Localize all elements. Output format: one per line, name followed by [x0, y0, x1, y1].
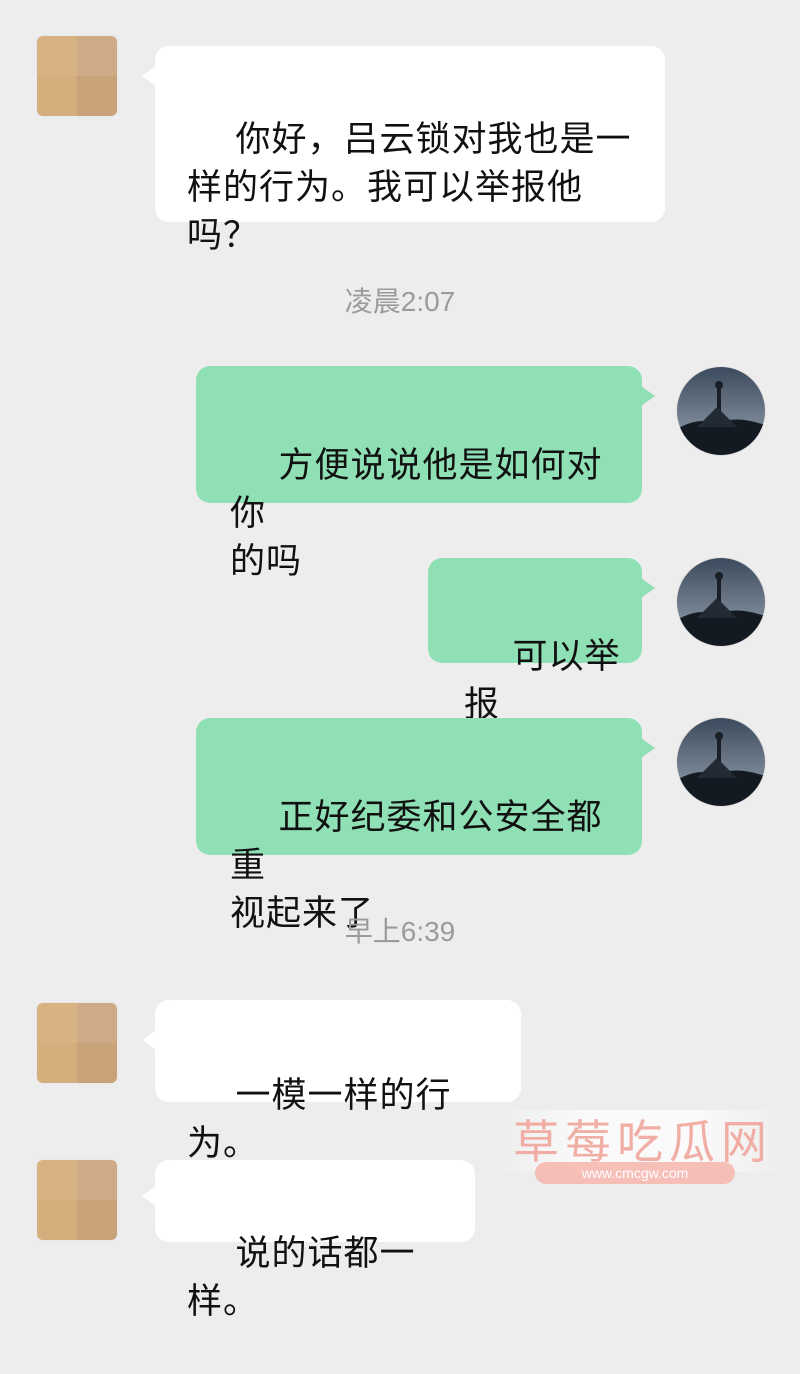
- message-bubble-incoming[interactable]: 说的话都一样。: [155, 1160, 475, 1322]
- message-bubble-outgoing[interactable]: 正好纪委和公安全都重 视起来了: [196, 718, 642, 934]
- lighthouse-avatar-icon: [677, 718, 765, 806]
- watermark: 草莓吃瓜网 www.cmcgw.com: [495, 1100, 785, 1192]
- message-text: 可以举报: [464, 637, 621, 725]
- my-avatar[interactable]: [677, 718, 765, 806]
- watermark-title: 草莓吃瓜网: [513, 1115, 773, 1169]
- bubble-tail: [641, 386, 655, 406]
- message-text: 一模一样的行为。: [187, 1076, 452, 1164]
- bubble-tail: [142, 1186, 156, 1206]
- bubble-tail: [142, 1030, 156, 1050]
- bubble-tail: [641, 578, 655, 598]
- message-bubble-incoming[interactable]: 一模一样的行为。: [155, 1000, 521, 1164]
- contact-avatar[interactable]: [37, 36, 117, 116]
- contact-avatar[interactable]: [37, 1003, 117, 1083]
- my-avatar[interactable]: [677, 367, 765, 455]
- watermark-url: www.cmcgw.com: [581, 1165, 689, 1181]
- my-avatar[interactable]: [677, 558, 765, 646]
- chat-view: 你好，吕云锁对我也是一 样的行为。我可以举报他 吗？ 凌晨2:07 方便说说他是…: [0, 0, 800, 1322]
- message-text: 你好，吕云锁对我也是一 样的行为。我可以举报他 吗？: [187, 120, 632, 256]
- lighthouse-avatar-icon: [677, 558, 765, 646]
- message-text: 说的话都一样。: [187, 1234, 416, 1322]
- timestamp: 凌晨2:07: [344, 286, 456, 317]
- message-bubble-outgoing[interactable]: 可以举报: [428, 558, 642, 725]
- lighthouse-avatar-icon: [677, 367, 765, 455]
- bubble-tail: [142, 66, 156, 86]
- message-bubble-outgoing[interactable]: 方便说说他是如何对你 的吗: [196, 366, 642, 582]
- timestamp: 早上6:39: [344, 916, 456, 947]
- contact-avatar[interactable]: [37, 1160, 117, 1240]
- message-bubble-incoming[interactable]: 你好，吕云锁对我也是一 样的行为。我可以举报他 吗？: [155, 46, 665, 256]
- bubble-tail: [641, 738, 655, 758]
